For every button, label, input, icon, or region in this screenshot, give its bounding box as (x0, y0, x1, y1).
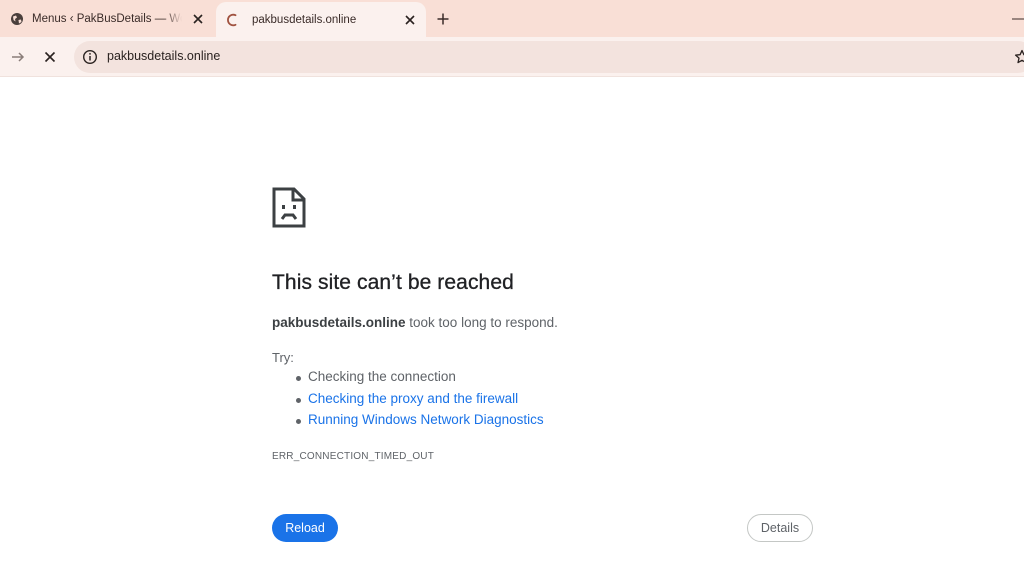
details-button[interactable]: Details (747, 514, 813, 542)
tab-title: Menus ‹ PakBusDetails — WordPress (32, 12, 182, 25)
arrow-right-icon (12, 52, 25, 62)
error-code: ERR_CONNECTION_TIMED_OUT (272, 451, 435, 462)
error-message-text: took too long to respond. (405, 315, 558, 330)
globe-icon (10, 12, 24, 26)
new-tab-button[interactable] (433, 9, 453, 29)
plus-icon (437, 13, 449, 25)
loading-spinner-icon (226, 13, 240, 27)
suggestion-network-diagnostics[interactable]: Running Windows Network Diagnostics (296, 412, 544, 434)
tab-strip: Menus ‹ PakBusDetails — WordPress pakbus… (0, 0, 1024, 37)
error-title: This site can’t be reached (272, 271, 514, 294)
address-bar[interactable]: pakbusdetails.online (74, 41, 1024, 73)
network-diagnostics-link[interactable]: Running Windows Network Diagnostics (308, 412, 544, 427)
error-host: pakbusdetails.online (272, 315, 406, 330)
sad-page-icon (272, 187, 306, 228)
tab-pakbusdetails[interactable]: pakbusdetails.online (216, 2, 426, 37)
stop-loading-button[interactable] (38, 45, 62, 69)
forward-button[interactable] (6, 45, 30, 69)
suggestions-list: Checking the connection Checking the pro… (296, 369, 544, 434)
toolbar: pakbusdetails.online (0, 37, 1024, 77)
minimize-button[interactable] (1008, 9, 1024, 29)
star-icon[interactable] (1014, 49, 1024, 65)
tab-title: pakbusdetails.online (252, 13, 357, 26)
proxy-firewall-link[interactable]: Checking the proxy and the firewall (308, 391, 518, 406)
info-icon[interactable] (82, 49, 98, 65)
reload-button[interactable]: Reload (272, 514, 338, 542)
minimize-icon (1012, 18, 1024, 20)
url-text[interactable]: pakbusdetails.online (107, 49, 220, 63)
suggestion-check-connection: Checking the connection (296, 369, 544, 391)
close-icon[interactable] (402, 12, 418, 28)
close-icon[interactable] (190, 11, 206, 27)
try-label: Try: (272, 350, 294, 365)
suggestion-check-proxy-firewall[interactable]: Checking the proxy and the firewall (296, 391, 544, 413)
error-message: pakbusdetails.online took too long to re… (272, 315, 558, 330)
tab-menus[interactable]: Menus ‹ PakBusDetails — WordPress (0, 0, 214, 37)
close-icon (44, 51, 56, 63)
